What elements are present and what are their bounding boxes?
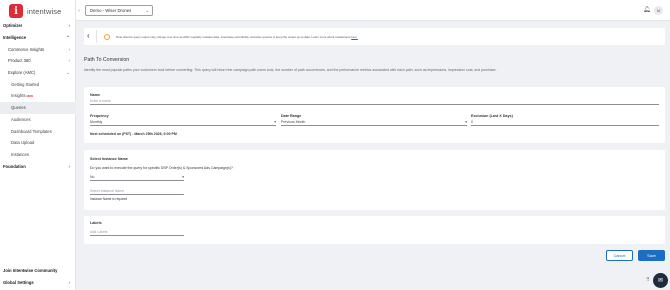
sidebar-item-label: Product 360 xyxy=(8,58,31,64)
name-input[interactable]: Enter a name xyxy=(90,98,659,105)
bell-icon[interactable]: 🔔︎ xyxy=(643,6,651,13)
next-scheduled-text: Next scheduled on (PST) - March 25th 202… xyxy=(90,132,177,136)
chevron-right-icon: › xyxy=(68,23,71,29)
frequency-label: Frequency xyxy=(90,114,109,118)
notice-link[interactable]: here. xyxy=(351,35,358,39)
sidebar-item-label: Explore (AMC) xyxy=(8,70,36,76)
new-badge: NEW xyxy=(26,93,33,98)
sidebar-item-label: Commerce Insights xyxy=(8,46,45,52)
sidebar-nav: Optimizer › Intelligence ⌃ Commerce Insi… xyxy=(0,20,76,172)
brand-logo[interactable]: i intentwise xyxy=(9,4,61,18)
sidebar-item-label: Insights xyxy=(11,93,26,99)
client-select-value: Demo - Wiser Drones xyxy=(90,8,132,13)
chevron-right-icon: › xyxy=(68,58,71,64)
sidebar-item-data-upload[interactable]: Data Upload xyxy=(0,137,76,149)
restatement-notice: ‹ Note that the query output may change … xyxy=(84,28,665,45)
chevron-right-icon: › xyxy=(68,163,71,169)
chevron-down-icon: ⌄ xyxy=(66,69,70,75)
frequency-value: Monthly xyxy=(90,120,103,124)
sidebar-bottom: Join Intentwise Community Global Setting… xyxy=(0,265,76,288)
chevron-up-icon: ⌃ xyxy=(66,34,70,40)
sidebar-item-global-settings[interactable]: Global Settings › xyxy=(0,277,76,289)
sidebar-item-label: Intelligence xyxy=(3,35,27,41)
sidebar-item-label: Foundation xyxy=(3,163,26,169)
save-button[interactable]: Save xyxy=(638,250,665,261)
frequency-select[interactable]: Monthly ▾ xyxy=(90,119,276,126)
sidebar-item-label: Audiences xyxy=(11,116,31,122)
logo-mark: i xyxy=(9,4,23,18)
top-header: ‹ Demo - Wiser Drones ⌄ 🔔︎ M xyxy=(76,0,670,21)
caret-down-icon: ▾ xyxy=(274,120,276,124)
sidebar-item-label: Getting Started xyxy=(11,81,40,87)
sidebar-item-community[interactable]: Join Intentwise Community xyxy=(0,265,76,277)
sidebar-item-dashboard-templates[interactable]: Dashboard Templates xyxy=(0,125,76,137)
info-icon xyxy=(104,33,110,40)
chevron-right-icon: › xyxy=(68,280,71,286)
sidebar-item-audiences[interactable]: Audiences xyxy=(0,114,76,126)
cancel-button[interactable]: Cancel xyxy=(606,250,633,261)
sidebar-item-product-360[interactable]: Product 360 › xyxy=(0,55,76,67)
sidebar-item-label: Optimizer xyxy=(3,23,23,29)
sidebar-item-label: Queries xyxy=(11,105,26,111)
chat-icon[interactable]: ✉︎ xyxy=(653,273,668,288)
sidebar-item-label: Join Intentwise Community xyxy=(3,268,58,274)
sidebar-item-foundation[interactable]: Foundation › xyxy=(0,160,76,172)
back-arrow-icon[interactable]: ‹ xyxy=(87,31,90,40)
date-range-value: Previous Month xyxy=(281,120,306,124)
notice-body: Note that the query output may change ov… xyxy=(116,34,352,39)
sidebar-item-optimizer[interactable]: Optimizer › xyxy=(0,20,76,32)
sidebar-item-label: Instances xyxy=(11,151,29,157)
caret-down-icon: ▾ xyxy=(465,120,467,124)
name-label: Name xyxy=(90,93,101,97)
instance-card: Select Instance Name Do you want to exec… xyxy=(84,150,665,210)
divider xyxy=(96,30,97,43)
labels-card: Labels Add Labels xyxy=(84,216,665,244)
instance-name-input[interactable]: Select Instance Name xyxy=(90,188,184,195)
sidebar-item-instances[interactable]: Instances xyxy=(0,149,76,161)
grid-icon[interactable]: ⠿ xyxy=(646,277,650,283)
sidebar-item-queries[interactable]: Queries xyxy=(0,101,76,114)
sidebar-item-intelligence[interactable]: Intelligence ⌃ xyxy=(0,32,76,44)
sidebar-item-commerce-insights[interactable]: Commerce Insights › xyxy=(0,43,76,55)
instance-error-text: Instance Name is required xyxy=(90,197,128,201)
caret-down-icon: ▾ xyxy=(182,175,184,179)
logo-text: intentwise xyxy=(27,6,62,16)
dsp-answer-value: No xyxy=(90,175,95,179)
avatar[interactable]: M xyxy=(654,6,663,15)
labels-input[interactable]: Add Labels xyxy=(90,229,184,236)
sidebar-item-label: Data Upload xyxy=(11,140,35,146)
query-settings-card: Name Enter a name Frequency Monthly ▾ Da… xyxy=(84,87,665,143)
client-select[interactable]: Demo - Wiser Drones ⌄ xyxy=(85,5,153,16)
exclusion-label: Exclusion (Last X Days) xyxy=(471,114,513,118)
instance-section-label: Select Instance Name xyxy=(90,157,128,161)
notice-text: Note that the query output may change ov… xyxy=(116,35,358,39)
dsp-question: Do you want to execute the query for spe… xyxy=(90,166,233,170)
sidebar-item-getting-started[interactable]: Getting Started xyxy=(0,78,76,90)
sidebar-item-label: Global Settings xyxy=(3,280,34,286)
date-range-label: Date Range xyxy=(281,114,302,118)
labels-section-label: Labels xyxy=(90,221,102,225)
date-range-select[interactable]: Previous Month ▾ xyxy=(281,119,467,126)
sidebar: i intentwise Optimizer › Intelligence ⌃ … xyxy=(0,0,76,290)
chevron-right-icon: › xyxy=(68,46,71,52)
dsp-answer-select[interactable]: No ▾ xyxy=(90,174,184,181)
chevron-down-icon: ⌄ xyxy=(145,8,149,13)
exclusion-input[interactable]: 0 xyxy=(471,119,659,126)
sidebar-item-insights[interactable]: Insights NEW xyxy=(0,90,76,102)
sidebar-item-label: Dashboard Templates xyxy=(11,128,52,134)
page-description: Identify the most popular paths your cus… xyxy=(84,68,497,72)
page-title: Path To Conversion xyxy=(84,57,130,63)
sidebar-item-explore-amc[interactable]: Explore (AMC) ⌄ xyxy=(0,67,76,79)
collapse-sidebar-icon[interactable]: ‹ xyxy=(76,7,82,15)
